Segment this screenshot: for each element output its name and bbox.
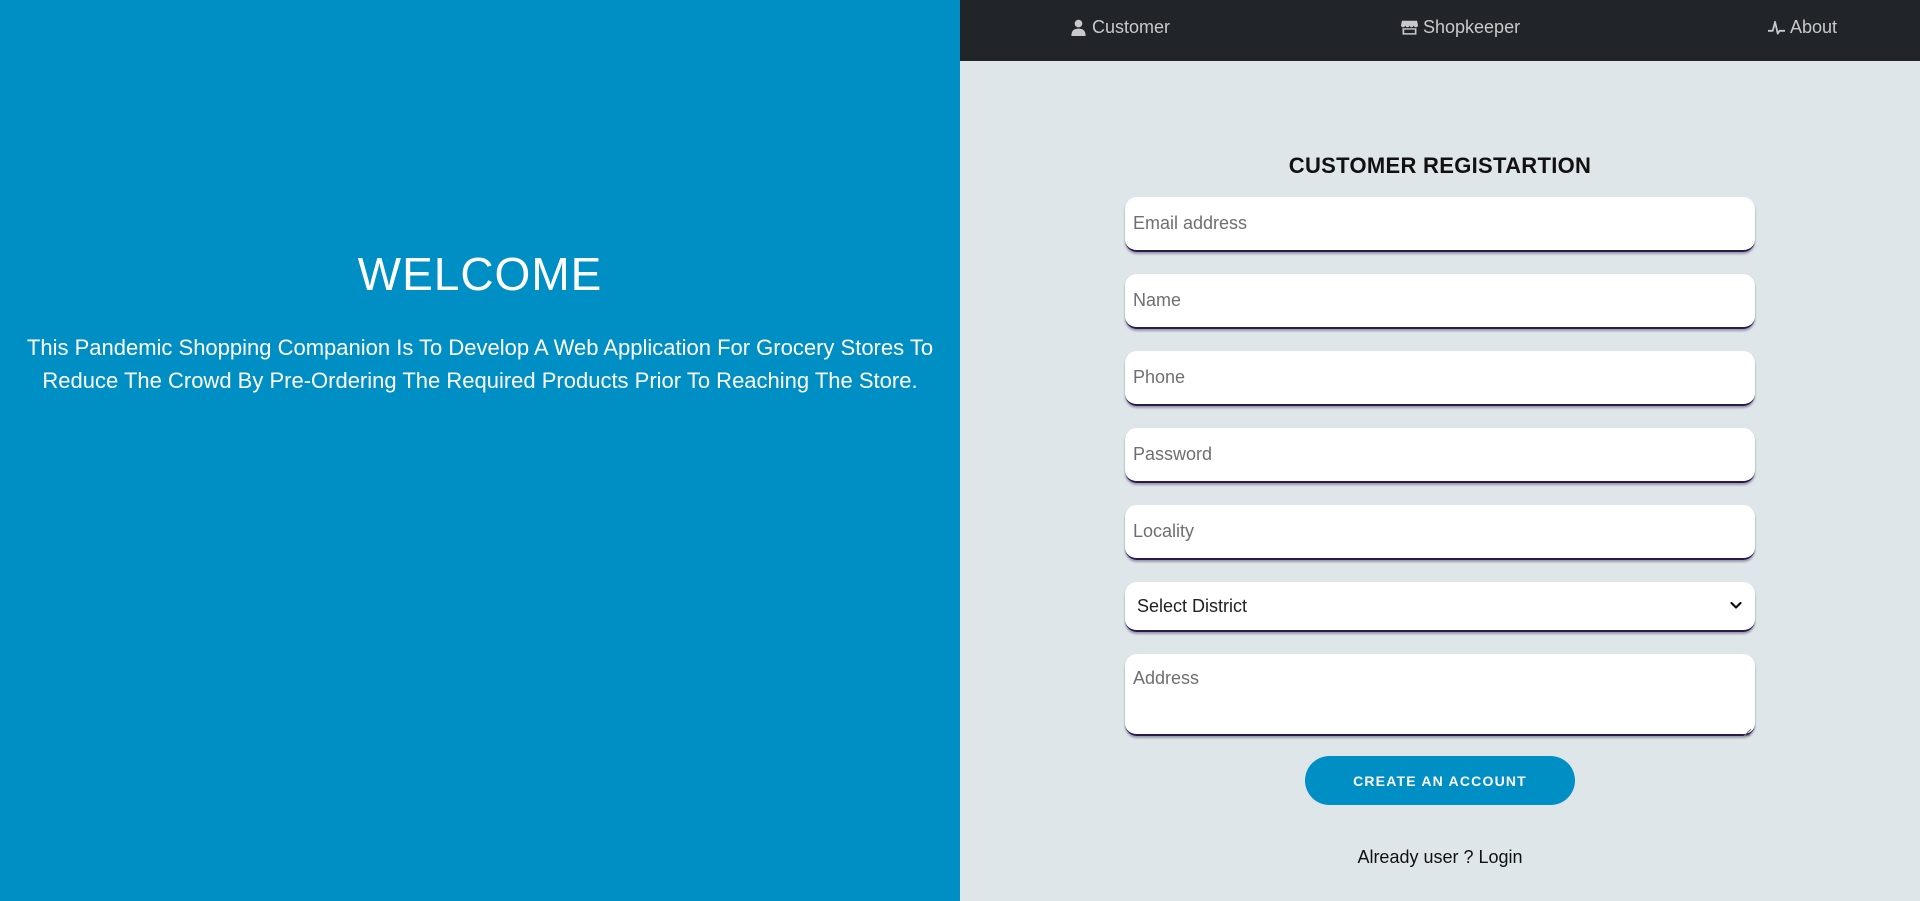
welcome-panel: WELCOME This Pandemic Shopping Companion… [0,0,960,901]
address-textarea[interactable]: Address [1125,654,1755,737]
resize-grip-icon[interactable] [1742,721,1752,737]
store-icon [1401,19,1418,36]
login-prompt: Already user ? Login [1125,847,1755,868]
page: WELCOME This Pandemic Shopping Companion… [0,0,1920,901]
address-placeholder: Address [1133,668,1200,688]
name-placeholder: Name [1133,290,1182,310]
locality-field[interactable]: Locality [1125,505,1755,560]
nav-about[interactable]: About [1768,17,1837,38]
nav-about-label: About [1790,17,1838,37]
locality-placeholder: Locality [1133,521,1195,541]
phone-field[interactable]: Phone [1125,351,1755,406]
top-navbar: Customer Shopkeeper About [960,0,1920,61]
email-placeholder: Email address [1133,213,1248,233]
password-placeholder: Password [1133,444,1213,464]
nav-shopkeeper-label: Shopkeeper [1423,17,1521,37]
form-title: CUSTOMER REGISTARTION [1288,153,1592,178]
pulse-icon [1768,19,1785,36]
login-link[interactable]: Login [1479,847,1523,867]
create-account-button[interactable]: CREATE AN ACCOUNT [1305,756,1575,805]
login-prompt-text: Already user ? [1357,847,1474,867]
nav-shopkeeper[interactable]: Shopkeeper [1401,17,1520,38]
district-selected-value: Select District [1137,595,1248,616]
nav-customer-label: Customer [1092,17,1171,37]
user-icon [1070,19,1087,36]
nav-customer[interactable]: Customer [1070,17,1170,38]
phone-placeholder: Phone [1133,367,1186,387]
registration-panel: Customer Shopkeeper About CUSTOMER REGIS… [960,0,1920,901]
name-field[interactable]: Name [1125,274,1755,329]
registration-form: CUSTOMER REGISTARTION Email address Name… [1125,153,1755,868]
chevron-down-icon [1729,596,1743,617]
welcome-description: This Pandemic Shopping Companion Is To D… [26,335,934,393]
district-select[interactable]: Select District [1125,582,1755,632]
password-field[interactable]: Password [1125,428,1755,483]
email-field[interactable]: Email address [1125,197,1755,252]
welcome-title: WELCOME [357,248,603,300]
